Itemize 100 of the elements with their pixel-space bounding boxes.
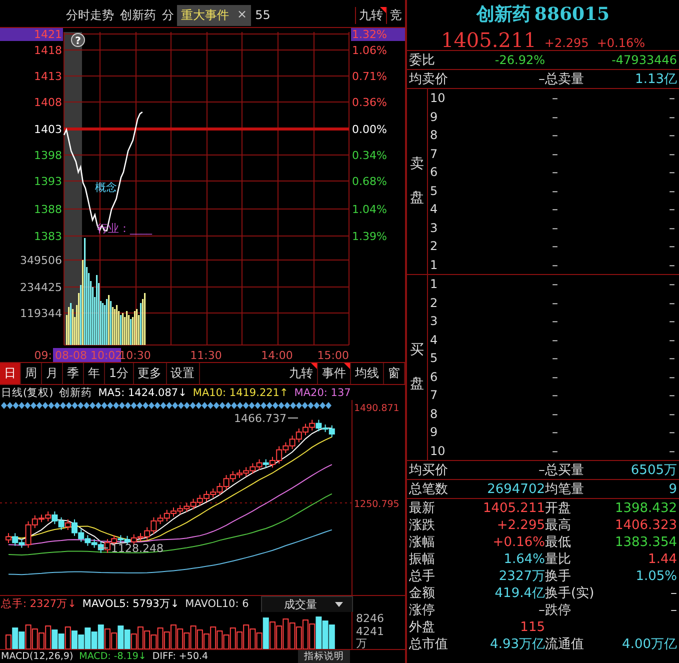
- field-label: 金额: [409, 585, 436, 602]
- field-value: –: [538, 72, 545, 86]
- level-volume: –: [668, 91, 675, 106]
- volume-axis-label: 234425: [20, 281, 62, 294]
- field-label: 总市值: [409, 636, 449, 653]
- field-value: -47933446: [610, 53, 677, 67]
- period-tab[interactable]: 更多: [134, 363, 167, 384]
- level-number: 9: [429, 110, 439, 124]
- period-tab[interactable]: 日: [0, 363, 21, 384]
- indicator-dropdown[interactable]: 成交量: [260, 596, 353, 612]
- field-value: –: [538, 462, 545, 478]
- indicator-help-button[interactable]: 指标说明: [298, 650, 350, 663]
- chart-tab[interactable]: 创新药: [117, 6, 159, 24]
- volume-axis-label: 万: [356, 637, 367, 649]
- price-axis-label: 1408: [34, 96, 62, 109]
- field-value: 9: [668, 482, 677, 496]
- chart-tool-tab[interactable]: 九转: [285, 363, 318, 384]
- field-label: 流通值: [545, 636, 585, 653]
- legend-text: MACD: -8.19↓: [79, 651, 146, 662]
- legend-text: 创新药: [59, 386, 92, 400]
- order-side-label: 买盘: [409, 340, 425, 394]
- chart-tab[interactable]: 九转: [355, 6, 386, 24]
- level-volume: –: [668, 146, 675, 161]
- period-tab[interactable]: 周: [21, 363, 42, 384]
- volume-axis-label: 349506: [20, 254, 62, 267]
- field-value: 419.4亿: [494, 585, 545, 602]
- field-label: 委比: [409, 52, 436, 69]
- level-volume: –: [668, 314, 675, 328]
- period-tab[interactable]: 设置: [166, 363, 200, 384]
- level-price: –: [551, 370, 558, 384]
- percent-change: +0.16%: [596, 36, 646, 50]
- percent-axis-label: 0.34%: [352, 149, 387, 162]
- level-volume: –: [668, 370, 675, 384]
- field-label: 跌停: [545, 602, 572, 619]
- field-label: 量比: [545, 551, 572, 568]
- field-value: +2.295: [496, 518, 545, 532]
- field-value: –: [538, 602, 545, 618]
- level-number: 10: [429, 444, 446, 458]
- level-volume: –: [668, 296, 675, 310]
- period-tab[interactable]: 季: [63, 363, 84, 384]
- level-price: –: [551, 91, 558, 106]
- level-number: 5: [429, 184, 439, 198]
- legend-text: MA5: 1424.087↓: [98, 386, 187, 398]
- field-value: 1398.432: [614, 500, 677, 516]
- price-axis-label: 1383: [34, 230, 62, 243]
- field-value: 4.93万亿: [489, 636, 545, 653]
- field-label: 开盘: [545, 500, 572, 517]
- level-price: –: [551, 388, 558, 402]
- level-volume: –: [668, 110, 675, 124]
- field-value: 4.00万亿: [621, 636, 677, 653]
- chart-tool-tab[interactable]: 均线: [351, 363, 384, 384]
- level-price: –: [551, 239, 558, 254]
- level-price: –: [551, 296, 558, 310]
- chart-tab[interactable]: 竞: [386, 6, 405, 24]
- level-volume: –: [668, 165, 675, 180]
- field-label: 最低: [545, 534, 572, 551]
- level-number: 8: [429, 406, 439, 421]
- legend-text: MAVOL5: 5793万↓: [82, 597, 180, 611]
- period-tab[interactable]: 年: [84, 363, 105, 384]
- field-label: 总手: [409, 568, 436, 585]
- event-popup[interactable]: 重大事件 ×: [177, 4, 252, 26]
- close-button[interactable]: ×: [237, 6, 248, 24]
- field-label: 总买量: [545, 462, 585, 479]
- level-price: –: [551, 184, 558, 198]
- level-number: 6: [429, 165, 439, 180]
- level-number: 8: [429, 128, 439, 142]
- chart-tool-tab[interactable]: 事件: [318, 363, 351, 384]
- level-volume: –: [668, 388, 675, 402]
- level-number: 10: [429, 91, 446, 106]
- price-axis-label: 1393: [34, 175, 62, 188]
- level-volume: –: [668, 128, 675, 142]
- level-price: –: [551, 444, 558, 458]
- field-label: 最高: [545, 517, 572, 534]
- field-value: 1.05%: [634, 568, 677, 584]
- index-name: 创新药: [476, 3, 530, 26]
- chart-tab[interactable]: 分时走势: [63, 6, 117, 24]
- period-tab[interactable]: 1分: [105, 363, 134, 384]
- level-number: 1: [429, 258, 439, 272]
- level-volume: –: [668, 220, 675, 235]
- chart-tab[interactable]: 分: [159, 6, 177, 24]
- level-price: –: [551, 351, 558, 366]
- field-value: 1405.211: [482, 500, 545, 516]
- legend-text: MA20: 137: [294, 386, 351, 398]
- percent-axis-label: 1.04%: [352, 203, 387, 216]
- legend-text: DIFF: +50.4: [152, 651, 208, 662]
- level-number: 3: [429, 220, 439, 235]
- level-volume: –: [668, 351, 675, 366]
- chart-tool-tab[interactable]: 窗: [384, 363, 405, 384]
- price-axis-label: 1421: [0, 28, 63, 41]
- index-code: 886015: [534, 4, 610, 24]
- level-number: 4: [429, 202, 439, 216]
- field-value: –: [670, 586, 677, 600]
- time-axis-label: 09:: [34, 349, 52, 362]
- time-axis-label: 14:00: [261, 349, 293, 362]
- level-price: –: [551, 220, 558, 235]
- level-volume: –: [668, 184, 675, 198]
- percent-axis-label: 0.00%: [352, 123, 387, 136]
- level-number: 1: [429, 277, 439, 292]
- time-axis-label: 11:30: [190, 349, 222, 362]
- period-tab[interactable]: 月: [42, 363, 63, 384]
